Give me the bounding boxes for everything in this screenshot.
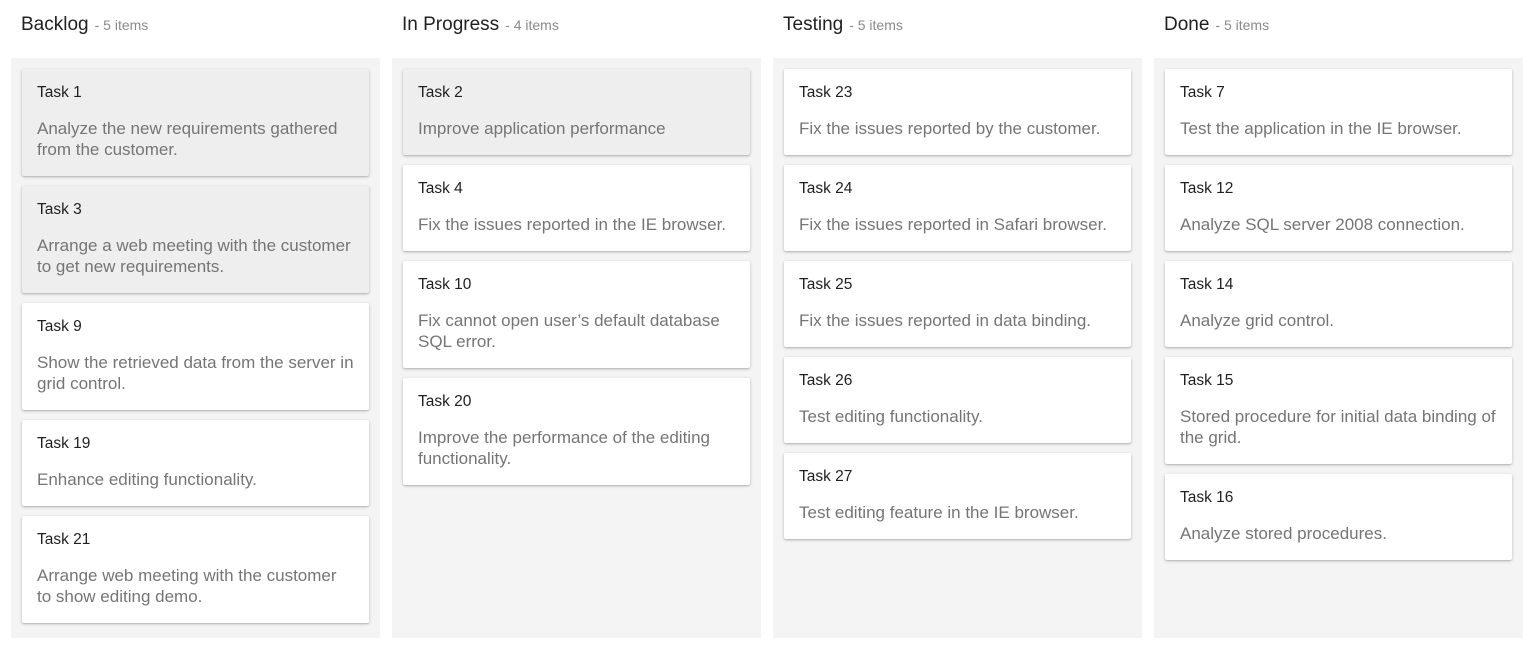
task-card-title: Task 20 <box>418 393 472 410</box>
task-card[interactable]: Task 16 Analyze stored procedures. <box>1165 474 1512 560</box>
column-header: In Progress - 4 items <box>392 0 761 58</box>
task-card-title: Task 23 <box>799 84 853 101</box>
task-card-title: Task 3 <box>37 201 82 218</box>
task-card[interactable]: Task 3 Arrange a web meeting with the cus… <box>22 186 369 293</box>
task-card[interactable]: Task 4 Fix the issues reported in the IE … <box>403 165 750 251</box>
column-in-progress: In Progress - 4 items Task 2 Improve appl… <box>392 0 761 638</box>
task-card-description: Analyze stored procedures. <box>1180 524 1387 543</box>
column-backlog: Backlog - 5 items Task 1 Analyze the new … <box>11 0 380 638</box>
task-card-title: Task 15 <box>1180 372 1234 389</box>
task-card[interactable]: Task 23 Fix the issues reported by the cu… <box>784 69 1131 155</box>
task-card[interactable]: Task 10 Fix cannot open user’s default da… <box>403 261 750 368</box>
column-item-count: - 5 items <box>849 17 903 33</box>
task-card[interactable]: Task 19 Enhance editing functionality. <box>22 420 369 506</box>
task-card-description: Show the retrieved data from the server … <box>37 353 354 393</box>
task-card-title: Task 12 <box>1180 180 1234 197</box>
task-card[interactable]: Task 2 Improve application performance <box>403 69 750 155</box>
task-card-description: Fix cannot open user’s default database … <box>418 311 720 351</box>
task-card-title: Task 26 <box>799 372 853 389</box>
column-done: Done - 5 items Task 7 Test the applicatio… <box>1154 0 1523 638</box>
column-header: Testing - 5 items <box>773 0 1142 58</box>
task-card[interactable]: Task 25 Fix the issues reported in data b… <box>784 261 1131 347</box>
column-item-count: - 4 items <box>505 17 559 33</box>
task-card-description: Fix the issues reported in data binding. <box>799 311 1092 330</box>
column-header: Backlog - 5 items <box>11 0 380 58</box>
task-card-title: Task 1 <box>37 84 82 101</box>
task-card-description: Analyze SQL server 2008 connection. <box>1180 215 1465 234</box>
task-card-title: Task 19 <box>37 435 91 452</box>
column-title: Backlog <box>21 14 89 35</box>
task-card-title: Task 10 <box>418 276 472 293</box>
column-title: Testing <box>783 14 844 35</box>
column-header: Done - 5 items <box>1154 0 1523 58</box>
task-card[interactable]: Task 26 Test editing functionality. <box>784 357 1131 443</box>
task-card-title: Task 9 <box>37 318 82 335</box>
task-card-title: Task 21 <box>37 531 91 548</box>
task-card-description: Analyze grid control. <box>1180 311 1335 330</box>
task-card-title: Task 25 <box>799 276 853 293</box>
task-card[interactable]: Task 1 Analyze the new requirements gathe… <box>22 69 369 176</box>
task-card[interactable]: Task 7 Test the application in the IE bro… <box>1165 69 1512 155</box>
task-card[interactable]: Task 14 Analyze grid control. <box>1165 261 1512 347</box>
task-card-title: Task 24 <box>799 180 853 197</box>
task-card-description: Stored procedure for initial data bindin… <box>1180 407 1496 447</box>
task-card[interactable]: Task 27 Test editing feature in the IE br… <box>784 453 1131 539</box>
column-title: Done <box>1164 14 1210 35</box>
task-card-description: Fix the issues reported by the customer. <box>799 119 1101 138</box>
column-card-list: Task 1 Analyze the new requirements gathe… <box>11 58 380 638</box>
task-card-description: Arrange web meeting with the customer to… <box>37 566 337 606</box>
task-card[interactable]: Task 24 Fix the issues reported in Safari… <box>784 165 1131 251</box>
column-title: In Progress <box>402 14 500 35</box>
task-card-title: Task 16 <box>1180 489 1234 506</box>
task-card-description: Test editing functionality. <box>799 407 983 426</box>
column-card-list: Task 7 Test the application in the IE bro… <box>1154 58 1523 638</box>
task-card-title: Task 2 <box>418 84 463 101</box>
task-card-title: Task 27 <box>799 468 853 485</box>
task-card-description: Arrange a web meeting with the customer … <box>37 236 351 276</box>
task-card-title: Task 4 <box>418 180 463 197</box>
task-card[interactable]: Task 21 Arrange web meeting with the cust… <box>22 516 369 623</box>
column-item-count: - 5 items <box>94 17 149 33</box>
task-card-title: Task 7 <box>1180 84 1225 101</box>
task-card[interactable]: Task 20 Improve the performance of the ed… <box>403 378 750 485</box>
task-card-description: Improve application performance <box>418 119 666 138</box>
column-testing: Testing - 5 items Task 23 Fix the issues … <box>773 0 1142 638</box>
task-card-description: Enhance editing functionality. <box>37 470 257 489</box>
task-card-description: Fix the issues reported in Safari browse… <box>799 215 1108 234</box>
column-card-list: Task 2 Improve application performance Tas… <box>392 58 761 638</box>
task-card-description: Test editing feature in the IE browser. <box>799 503 1079 522</box>
task-card-description: Test the application in the IE browser. <box>1180 119 1462 138</box>
column-item-count: - 5 items <box>1215 17 1270 33</box>
kanban-board: Backlog - 5 items Task 1 Analyze the new … <box>0 0 1536 652</box>
task-card-description: Improve the performance of the editing f… <box>418 428 710 468</box>
task-card[interactable]: Task 12 Analyze SQL server 2008 connectio… <box>1165 165 1512 251</box>
task-card[interactable]: Task 9 Show the retrieved data from the s… <box>22 303 369 410</box>
column-card-list: Task 23 Fix the issues reported by the cu… <box>773 58 1142 638</box>
task-card-title: Task 14 <box>1180 276 1234 293</box>
task-card[interactable]: Task 15 Stored procedure for initial data… <box>1165 357 1512 464</box>
task-card-description: Fix the issues reported in the IE browse… <box>418 215 727 234</box>
task-card-description: Analyze the new requirements gathered fr… <box>37 119 338 159</box>
